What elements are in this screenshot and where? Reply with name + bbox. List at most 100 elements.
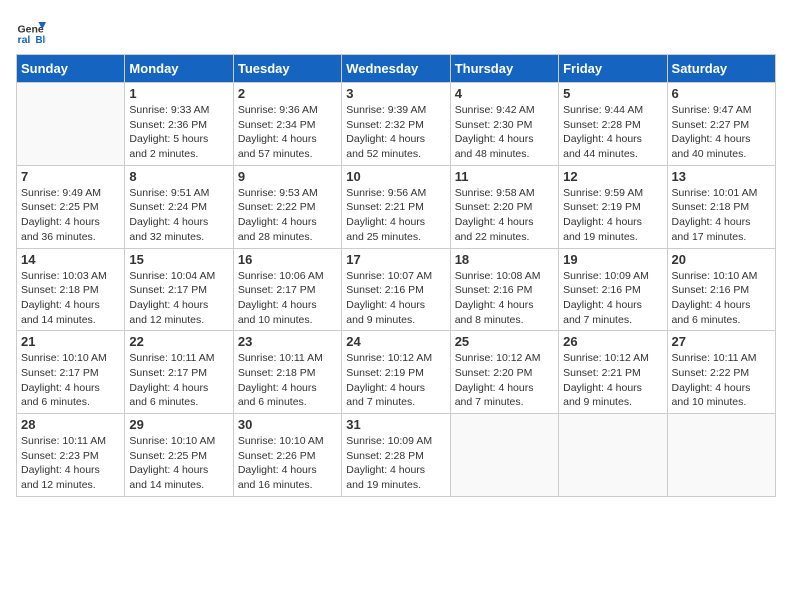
day-number: 4 bbox=[455, 86, 554, 101]
day-number: 28 bbox=[21, 417, 120, 432]
calendar-cell: 17 Sunrise: 10:07 AM Sunset: 2:16 PM Dayl… bbox=[342, 248, 450, 331]
day-number: 30 bbox=[238, 417, 337, 432]
day-number: 7 bbox=[21, 169, 120, 184]
day-number: 1 bbox=[129, 86, 228, 101]
cell-text: Sunrise: 9:53 AM Sunset: 2:22 PM Dayligh… bbox=[238, 186, 337, 245]
cell-text: Sunrise: 10:01 AM Sunset: 2:18 PM Daylig… bbox=[672, 186, 771, 245]
cell-text: Sunrise: 9:42 AM Sunset: 2:30 PM Dayligh… bbox=[455, 103, 554, 162]
calendar-week-1: 1 Sunrise: 9:33 AM Sunset: 2:36 PM Daylig… bbox=[17, 83, 776, 166]
calendar-cell: 24 Sunrise: 10:12 AM Sunset: 2:19 PM Dayl… bbox=[342, 331, 450, 414]
logo-icon: Gene ral Blue bbox=[16, 16, 46, 46]
cell-text: Sunrise: 9:51 AM Sunset: 2:24 PM Dayligh… bbox=[129, 186, 228, 245]
calendar-cell bbox=[17, 83, 125, 166]
calendar-cell: 23 Sunrise: 10:11 AM Sunset: 2:18 PM Dayl… bbox=[233, 331, 341, 414]
day-number: 20 bbox=[672, 252, 771, 267]
cell-text: Sunrise: 10:06 AM Sunset: 2:17 PM Daylig… bbox=[238, 269, 337, 328]
calendar-cell: 9 Sunrise: 9:53 AM Sunset: 2:22 PM Daylig… bbox=[233, 165, 341, 248]
day-number: 8 bbox=[129, 169, 228, 184]
calendar-cell: 30 Sunrise: 10:10 AM Sunset: 2:26 PM Dayl… bbox=[233, 414, 341, 497]
day-number: 16 bbox=[238, 252, 337, 267]
calendar-cell: 31 Sunrise: 10:09 AM Sunset: 2:28 PM Dayl… bbox=[342, 414, 450, 497]
cell-text: Sunrise: 10:12 AM Sunset: 2:19 PM Daylig… bbox=[346, 351, 445, 410]
cell-text: Sunrise: 10:10 AM Sunset: 2:25 PM Daylig… bbox=[129, 434, 228, 493]
cell-text: Sunrise: 9:47 AM Sunset: 2:27 PM Dayligh… bbox=[672, 103, 771, 162]
calendar-cell: 27 Sunrise: 10:11 AM Sunset: 2:22 PM Dayl… bbox=[667, 331, 775, 414]
calendar-header-thursday: Thursday bbox=[450, 55, 558, 83]
calendar-cell: 12 Sunrise: 9:59 AM Sunset: 2:19 PM Dayli… bbox=[559, 165, 667, 248]
calendar-header-row: SundayMondayTuesdayWednesdayThursdayFrid… bbox=[17, 55, 776, 83]
calendar-cell: 8 Sunrise: 9:51 AM Sunset: 2:24 PM Daylig… bbox=[125, 165, 233, 248]
day-number: 31 bbox=[346, 417, 445, 432]
cell-text: Sunrise: 9:33 AM Sunset: 2:36 PM Dayligh… bbox=[129, 103, 228, 162]
cell-text: Sunrise: 10:12 AM Sunset: 2:20 PM Daylig… bbox=[455, 351, 554, 410]
calendar-cell: 15 Sunrise: 10:04 AM Sunset: 2:17 PM Dayl… bbox=[125, 248, 233, 331]
cell-text: Sunrise: 9:56 AM Sunset: 2:21 PM Dayligh… bbox=[346, 186, 445, 245]
calendar-cell: 2 Sunrise: 9:36 AM Sunset: 2:34 PM Daylig… bbox=[233, 83, 341, 166]
cell-text: Sunrise: 10:07 AM Sunset: 2:16 PM Daylig… bbox=[346, 269, 445, 328]
day-number: 9 bbox=[238, 169, 337, 184]
cell-text: Sunrise: 9:49 AM Sunset: 2:25 PM Dayligh… bbox=[21, 186, 120, 245]
calendar-cell: 21Sunrise: 10:10 AM Sunset: 2:17 PM Dayl… bbox=[17, 331, 125, 414]
calendar-cell: 5Sunrise: 9:44 AM Sunset: 2:28 PM Daylig… bbox=[559, 83, 667, 166]
svg-text:ral: ral bbox=[18, 34, 31, 46]
calendar-cell: 22Sunrise: 10:11 AM Sunset: 2:17 PM Dayl… bbox=[125, 331, 233, 414]
calendar-week-3: 14 Sunrise: 10:03 AM Sunset: 2:18 PM Dayl… bbox=[17, 248, 776, 331]
day-number: 12 bbox=[563, 169, 662, 184]
calendar-table: SundayMondayTuesdayWednesdayThursdayFrid… bbox=[16, 54, 776, 497]
cell-text: Sunrise: 10:11 AM Sunset: 2:22 PM Daylig… bbox=[672, 351, 771, 410]
calendar-cell: 26 Sunrise: 10:12 AM Sunset: 2:21 PM Dayl… bbox=[559, 331, 667, 414]
cell-text: Sunrise: 10:11 AM Sunset: 2:18 PM Daylig… bbox=[238, 351, 337, 410]
cell-text: Sunrise: 9:59 AM Sunset: 2:19 PM Dayligh… bbox=[563, 186, 662, 245]
calendar-cell: 3 Sunrise: 9:39 AM Sunset: 2:32 PM Daylig… bbox=[342, 83, 450, 166]
cell-text: Sunrise: 10:10 AM Sunset: 2:26 PM Daylig… bbox=[238, 434, 337, 493]
cell-text: Sunrise: 10:03 AM Sunset: 2:18 PM Daylig… bbox=[21, 269, 120, 328]
day-number: 6 bbox=[672, 86, 771, 101]
calendar-cell: 25Sunrise: 10:12 AM Sunset: 2:20 PM Dayl… bbox=[450, 331, 558, 414]
calendar-header-wednesday: Wednesday bbox=[342, 55, 450, 83]
day-number: 17 bbox=[346, 252, 445, 267]
calendar-header-friday: Friday bbox=[559, 55, 667, 83]
day-number: 15 bbox=[129, 252, 228, 267]
calendar-cell: 11Sunrise: 9:58 AM Sunset: 2:20 PM Dayli… bbox=[450, 165, 558, 248]
cell-text: Sunrise: 10:12 AM Sunset: 2:21 PM Daylig… bbox=[563, 351, 662, 410]
cell-text: Sunrise: 10:11 AM Sunset: 2:23 PM Daylig… bbox=[21, 434, 120, 493]
calendar-cell: 1 Sunrise: 9:33 AM Sunset: 2:36 PM Daylig… bbox=[125, 83, 233, 166]
day-number: 3 bbox=[346, 86, 445, 101]
day-number: 2 bbox=[238, 86, 337, 101]
day-number: 27 bbox=[672, 334, 771, 349]
cell-text: Sunrise: 9:58 AM Sunset: 2:20 PM Dayligh… bbox=[455, 186, 554, 245]
calendar-cell: 20 Sunrise: 10:10 AM Sunset: 2:16 PM Dayl… bbox=[667, 248, 775, 331]
svg-text:Blue: Blue bbox=[36, 35, 47, 46]
cell-text: Sunrise: 9:39 AM Sunset: 2:32 PM Dayligh… bbox=[346, 103, 445, 162]
calendar-cell bbox=[559, 414, 667, 497]
calendar-cell: 18Sunrise: 10:08 AM Sunset: 2:16 PM Dayl… bbox=[450, 248, 558, 331]
calendar-cell: 19 Sunrise: 10:09 AM Sunset: 2:16 PM Dayl… bbox=[559, 248, 667, 331]
day-number: 10 bbox=[346, 169, 445, 184]
cell-text: Sunrise: 9:36 AM Sunset: 2:34 PM Dayligh… bbox=[238, 103, 337, 162]
calendar-header-sunday: Sunday bbox=[17, 55, 125, 83]
calendar-cell bbox=[450, 414, 558, 497]
day-number: 18 bbox=[455, 252, 554, 267]
cell-text: Sunrise: 10:09 AM Sunset: 2:28 PM Daylig… bbox=[346, 434, 445, 493]
cell-text: Sunrise: 10:11 AM Sunset: 2:17 PM Daylig… bbox=[129, 351, 228, 410]
cell-text: Sunrise: 10:10 AM Sunset: 2:16 PM Daylig… bbox=[672, 269, 771, 328]
logo: Gene ral Blue bbox=[16, 16, 50, 46]
day-number: 14 bbox=[21, 252, 120, 267]
day-number: 24 bbox=[346, 334, 445, 349]
day-number: 26 bbox=[563, 334, 662, 349]
calendar-header-monday: Monday bbox=[125, 55, 233, 83]
calendar-cell bbox=[667, 414, 775, 497]
cell-text: Sunrise: 10:10 AM Sunset: 2:17 PM Daylig… bbox=[21, 351, 120, 410]
calendar-cell: 29Sunrise: 10:10 AM Sunset: 2:25 PM Dayl… bbox=[125, 414, 233, 497]
day-number: 19 bbox=[563, 252, 662, 267]
cell-text: Sunrise: 9:44 AM Sunset: 2:28 PM Dayligh… bbox=[563, 103, 662, 162]
calendar-week-5: 28 Sunrise: 10:11 AM Sunset: 2:23 PM Dayl… bbox=[17, 414, 776, 497]
calendar-header-tuesday: Tuesday bbox=[233, 55, 341, 83]
day-number: 13 bbox=[672, 169, 771, 184]
cell-text: Sunrise: 10:09 AM Sunset: 2:16 PM Daylig… bbox=[563, 269, 662, 328]
calendar-cell: 14 Sunrise: 10:03 AM Sunset: 2:18 PM Dayl… bbox=[17, 248, 125, 331]
calendar-cell: 4 Sunrise: 9:42 AM Sunset: 2:30 PM Daylig… bbox=[450, 83, 558, 166]
cell-text: Sunrise: 10:04 AM Sunset: 2:17 PM Daylig… bbox=[129, 269, 228, 328]
day-number: 23 bbox=[238, 334, 337, 349]
page-header: Gene ral Blue bbox=[16, 16, 776, 46]
